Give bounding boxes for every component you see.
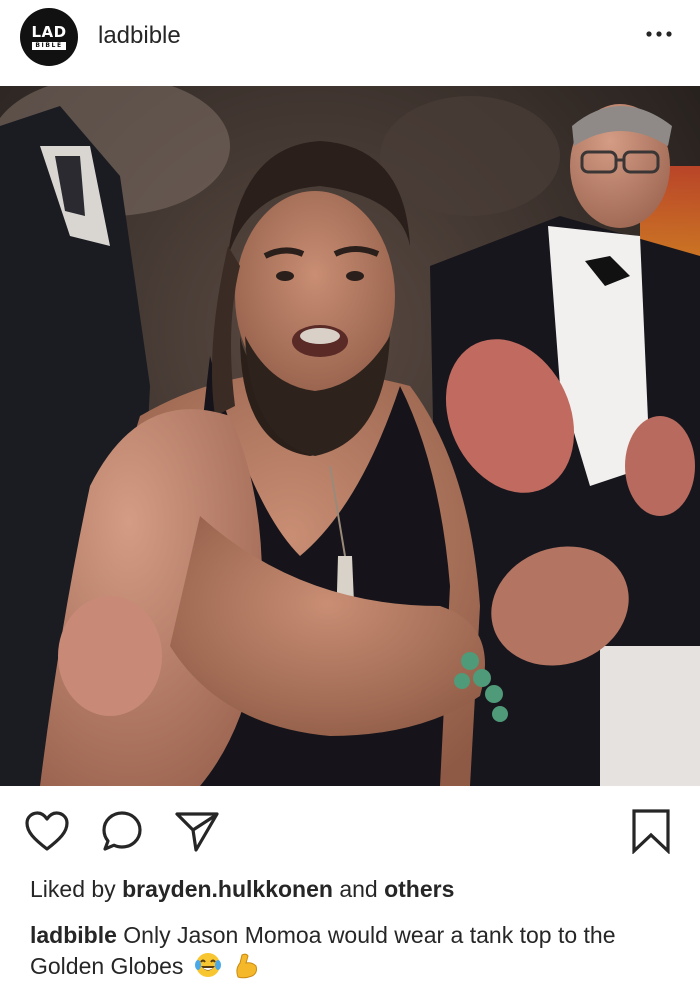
- post-header: LAD BIBLE ladbible: [0, 0, 700, 78]
- post-action-bar: [0, 800, 700, 862]
- avatar-logo-subtext: BIBLE: [32, 41, 66, 50]
- share-paper-plane-icon[interactable]: [172, 806, 222, 856]
- likes-and: and: [339, 876, 378, 902]
- post-username[interactable]: ladbible: [98, 22, 181, 50]
- likes-others-link[interactable]: others: [384, 876, 454, 902]
- save-bookmark-icon[interactable]: [626, 806, 676, 856]
- like-heart-icon[interactable]: [22, 806, 72, 856]
- likes-prefix: Liked by: [30, 876, 116, 902]
- liked-by-username[interactable]: brayden.hulkkonen: [122, 876, 333, 902]
- comment-bubble-icon[interactable]: [97, 806, 147, 856]
- flexed-biceps-icon: [232, 951, 260, 987]
- caption-text: Only Jason Momoa would wear a tank top t…: [30, 922, 616, 979]
- avatar-logo-text: LAD: [31, 22, 67, 41]
- post-photo[interactable]: [0, 86, 700, 786]
- photo-illustration: [0, 86, 700, 786]
- likes-summary: Liked by brayden.hulkkonen and others: [30, 876, 454, 903]
- caption-username[interactable]: ladbible: [30, 922, 117, 948]
- face-with-tears-of-joy-icon: [194, 951, 222, 987]
- post-caption: ladbible Only Jason Momoa would wear a t…: [30, 920, 680, 987]
- more-options-icon[interactable]: [644, 22, 674, 46]
- avatar[interactable]: LAD BIBLE: [20, 8, 78, 66]
